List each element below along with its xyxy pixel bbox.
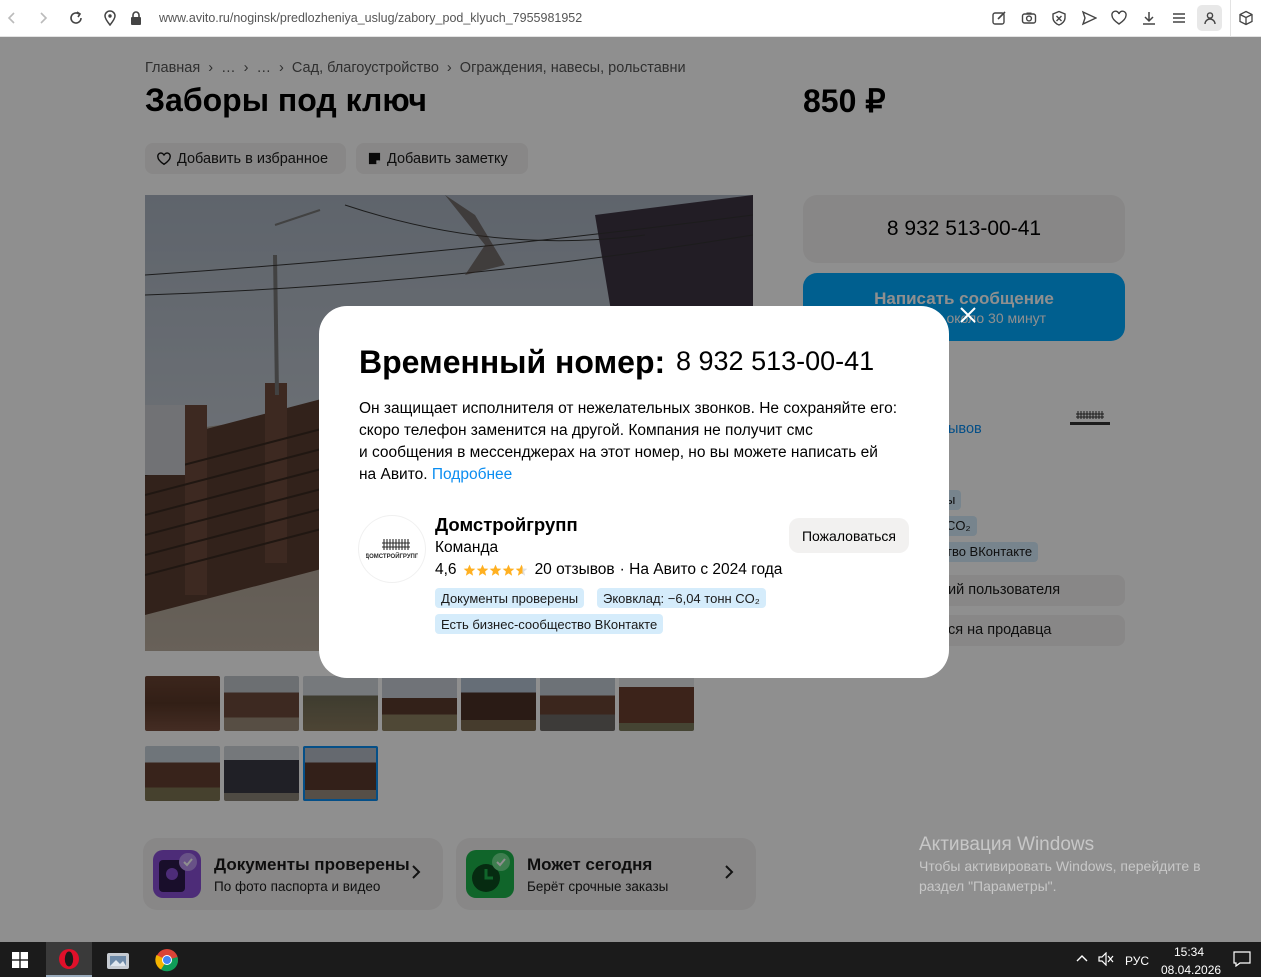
description-line: на Авито. xyxy=(359,466,428,483)
dialog-title: Временный номер: xyxy=(359,344,666,380)
description-line: и сообщения в мессенджерах на этот номер… xyxy=(359,444,878,461)
screen: www.avito.ru/noginsk/predlozheniya_uslug… xyxy=(0,0,1261,977)
rating-stars-icon xyxy=(463,564,528,577)
clock-time[interactable]: 15:34 xyxy=(1174,945,1204,959)
send-icon[interactable] xyxy=(1079,8,1099,28)
reviews-link[interactable]: 20 отзывов xyxy=(535,561,615,579)
more-info-link[interactable]: Подробнее xyxy=(432,466,512,483)
seller-rating-row: 4,6 20 отзывов · На Авито с 2024 года xyxy=(435,561,782,579)
download-icon[interactable] xyxy=(1139,8,1159,28)
lock-icon[interactable] xyxy=(126,8,146,28)
activation-watermark-text: Чтобы активировать Windows, перейдите в xyxy=(919,858,1201,874)
description-line: Он защищает исполнителя от нежелательных… xyxy=(359,400,898,417)
camera-icon[interactable] xyxy=(1019,8,1039,28)
dialog-description: Он защищает исполнителя от нежелательных… xyxy=(359,398,919,486)
description-line-last: на Авито. Подробнее xyxy=(359,464,919,486)
star-icon xyxy=(489,564,501,576)
badge-eco: Эковклад: −6,04 тонн CO₂ xyxy=(597,588,766,608)
report-button[interactable]: Пожаловаться xyxy=(789,518,909,553)
badge-vk-community: Есть бизнес-сообщество ВКонтакте xyxy=(435,614,664,634)
seller-name[interactable]: Домстройгрупп xyxy=(435,514,578,536)
fence-logo-icon: ДОМСТРОЙГРУПП xyxy=(366,539,418,560)
activation-watermark-title: Активация Windows xyxy=(919,834,1095,855)
browser-toolbar: www.avito.ru/noginsk/predlozheniya_uslug… xyxy=(0,0,1261,37)
menu-icon[interactable] xyxy=(1169,8,1189,28)
opera-taskbar-icon[interactable] xyxy=(46,942,92,977)
clock-date[interactable]: 08.04.2026 xyxy=(1161,963,1221,977)
heart-icon[interactable] xyxy=(1109,8,1129,28)
windows-start-icon[interactable] xyxy=(0,942,40,977)
dialog-phone-number[interactable]: 8 932 513-00-41 xyxy=(676,346,874,377)
star-icon xyxy=(515,564,527,576)
chevron-up-icon[interactable] xyxy=(1076,953,1088,963)
seller-avatar[interactable]: ДОМСТРОЙГРУПП xyxy=(359,516,425,582)
rating-value: 4,6 xyxy=(435,561,457,578)
profile-icon[interactable] xyxy=(1197,5,1222,31)
edit-icon[interactable] xyxy=(989,8,1009,28)
description-line: скоро телефон заменится на другой. Компа… xyxy=(359,422,813,439)
location-icon[interactable] xyxy=(100,8,120,28)
toolbar-divider xyxy=(1230,0,1231,37)
star-icon xyxy=(463,564,475,576)
chrome-taskbar-icon[interactable] xyxy=(145,942,189,977)
badge-documents: Документы проверены xyxy=(435,588,585,608)
close-icon[interactable] xyxy=(956,303,980,327)
notifications-icon[interactable] xyxy=(1233,951,1251,967)
forward-icon[interactable] xyxy=(33,8,53,28)
temporary-number-dialog: Временный номер: 8 932 513-00-41 Он защи… xyxy=(319,306,949,678)
language-indicator[interactable]: РУС xyxy=(1125,954,1149,968)
volume-muted-icon[interactable] xyxy=(1098,952,1114,966)
windows-taskbar: РУС 15:34 08.04.2026 xyxy=(0,942,1261,977)
seller-since: · На Авито с 2024 года xyxy=(619,561,783,578)
logo-text: ДОМСТРОЙГРУПП xyxy=(366,552,418,560)
explorer-taskbar-icon[interactable] xyxy=(96,942,140,977)
activation-watermark-text: раздел "Параметры". xyxy=(919,878,1057,894)
star-icon xyxy=(502,564,514,576)
extension-cube-icon[interactable] xyxy=(1236,8,1256,28)
star-icon xyxy=(476,564,488,576)
seller-role: Команда xyxy=(435,539,499,556)
back-icon[interactable] xyxy=(2,8,22,28)
shield-icon[interactable] xyxy=(1049,8,1069,28)
address-bar[interactable]: www.avito.ru/noginsk/predlozheniya_uslug… xyxy=(159,11,582,25)
reload-icon[interactable] xyxy=(66,8,86,28)
